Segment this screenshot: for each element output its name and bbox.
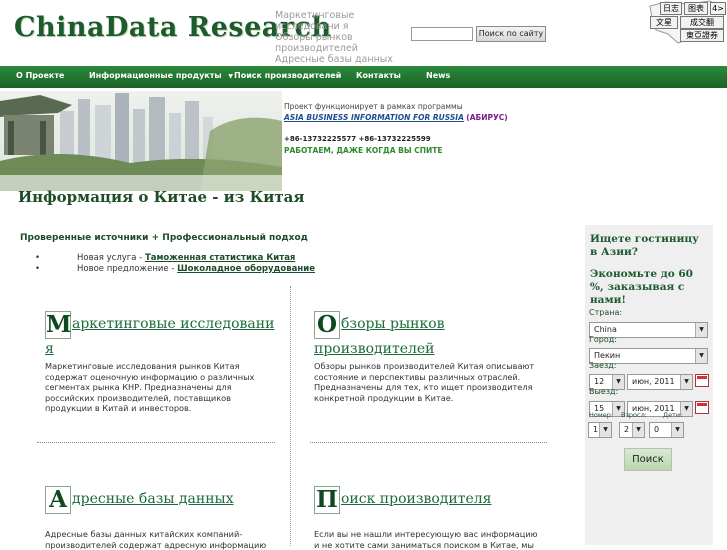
children-select[interactable]: 0 ▼: [649, 422, 684, 438]
drop-cap: M: [45, 311, 72, 339]
calendar-icon[interactable]: [695, 374, 709, 387]
section-title-address-databases[interactable]: Aдресные базы данных: [45, 486, 275, 514]
phone-numbers: +86-13732225577 +86-13732225599: [284, 135, 431, 143]
adults-value: 2: [624, 425, 630, 434]
bullet-icon: •: [35, 253, 41, 263]
page-title: Информация о Китае - из Китая: [18, 188, 305, 206]
widget-promo: Экономьте до 60 %, заказывая с нами!: [590, 268, 693, 306]
city-label: Город:: [589, 335, 617, 344]
nav-item-label: Информационные продукты: [89, 71, 222, 80]
section-body: Маркетинговые исследования рынков Китая …: [45, 361, 255, 413]
widget-heading: Ищете гостиницу в Азии?: [590, 233, 699, 258]
nav-item-contacts[interactable]: Контакты: [356, 71, 401, 80]
slogan: РАБОТАЕМ, ДАЖЕ КОГДА ВЫ СПИТЕ: [284, 146, 443, 155]
intro-text: Проверенные источники + Профессиональный…: [20, 233, 308, 243]
chevron-down-icon: ▼: [695, 323, 707, 337]
lang-button[interactable]: 4>: [710, 2, 726, 15]
hotel-booking-widget: Ищете гостиницу в Азии? Экономьте до 60 …: [585, 225, 713, 545]
tagline-line: Адресные базы данных: [275, 54, 393, 65]
section-body: Обзоры рынков производителей Китая описы…: [314, 361, 535, 403]
bullet-text: Новое предложение -: [77, 264, 178, 274]
section-title-marketing-research[interactable]: Mаркетинговые исследовани я: [45, 311, 275, 360]
header-tagline: Маркетинговые исследовани я Обзоры рынко…: [275, 10, 405, 65]
section-title-text: аркетинговые исследовани: [72, 316, 275, 332]
section-title-text: дресные базы данных: [72, 491, 234, 507]
section-title-text: я: [45, 341, 54, 357]
chevron-down-icon: ▼: [599, 423, 611, 437]
lang-button[interactable]: 成交翻: [680, 16, 724, 29]
section-title-text: оиск производителя: [341, 491, 492, 507]
rooms-label: Номер:: [589, 411, 614, 419]
calendar-icon[interactable]: [695, 401, 709, 414]
checkout-label: Выезд:: [589, 387, 619, 396]
chocolate-equipment-link[interactable]: Шоколадное оборудование: [177, 264, 315, 274]
program-text: Проект функционирует в рамках программы: [284, 102, 463, 111]
chevron-down-icon: ▼: [632, 423, 644, 437]
lang-button[interactable]: 文星: [650, 16, 678, 29]
lang-button[interactable]: 東亞證券: [680, 29, 724, 42]
lang-button[interactable]: 图表: [684, 2, 708, 15]
divider: [37, 442, 275, 443]
rooms-value: 1: [593, 425, 599, 434]
adults-label: Взросл:: [621, 411, 647, 419]
site-search-input[interactable]: [411, 27, 473, 41]
checkin-label: Заезд:: [589, 361, 617, 370]
drop-cap: O: [314, 311, 340, 339]
checkin-month-select[interactable]: июн, 2011 ▼: [627, 374, 693, 390]
city-skyline-image: [0, 93, 282, 191]
divider: [310, 442, 547, 443]
drop-cap: A: [45, 486, 71, 514]
column-divider: [290, 286, 291, 546]
banner-info: Проект функционирует в рамках программы …: [284, 101, 508, 156]
language-panel: 日志 图表 4> 文星 成交翻 東亞證券: [648, 0, 727, 45]
tagline-line: Маркетинговые исследовани я: [275, 10, 355, 32]
section-body: Если вы не нашли интересующую вас информ…: [314, 529, 538, 550]
site-search-button[interactable]: Поиск по сайту: [476, 26, 546, 42]
children-value: 0: [654, 425, 660, 434]
country-label: Страна:: [589, 308, 623, 317]
main-nav: О Проекте Информационные продукты ▼ Поис…: [0, 66, 727, 88]
bullet-icon: •: [35, 264, 41, 274]
chevron-down-icon: ▼: [228, 73, 233, 80]
program-link[interactable]: ASIA BUSINESS INFORMATION FOR RUSSIA: [284, 113, 464, 122]
section-title-market-reviews[interactable]: Oбзоры рынков производителей: [314, 311, 544, 360]
program-line: ASIA BUSINESS INFORMATION FOR RUSSIA (АБ…: [284, 112, 508, 123]
banner-image: [0, 91, 282, 191]
nav-item-products[interactable]: Информационные продукты ▼: [89, 71, 233, 80]
program-suffix: (АБИРУС): [466, 113, 508, 122]
section-body: Адресные базы данных китайских компаний-…: [45, 529, 267, 550]
customs-stats-link[interactable]: Таможенная статистика Китая: [145, 253, 295, 263]
lang-button[interactable]: 日志: [660, 2, 682, 15]
children-label: Дети:: [663, 411, 683, 419]
chevron-down-icon: ▼: [671, 423, 683, 437]
nav-item-news[interactable]: News: [426, 71, 450, 80]
chevron-down-icon: ▼: [695, 349, 707, 363]
nav-item-search-producers[interactable]: Поиск производителей: [234, 71, 341, 80]
drop-cap: П: [314, 486, 340, 514]
checkin-month: июн, 2011: [632, 377, 675, 386]
chevron-down-icon: ▼: [680, 375, 692, 389]
section-title-text: производителей: [314, 341, 435, 357]
adults-select[interactable]: 2 ▼: [619, 422, 645, 438]
section-title-producer-search[interactable]: Поиск производителя: [314, 486, 544, 514]
nav-item-about[interactable]: О Проекте: [16, 71, 64, 80]
tagline-line: Обзоры рынков производителей: [275, 32, 358, 54]
bullet-text: Новая услуга -: [77, 253, 145, 263]
rooms-select[interactable]: 1 ▼: [588, 422, 612, 438]
section-title-text: бзоры рынков: [341, 316, 445, 332]
hotel-search-button[interactable]: Поиск: [624, 448, 672, 471]
